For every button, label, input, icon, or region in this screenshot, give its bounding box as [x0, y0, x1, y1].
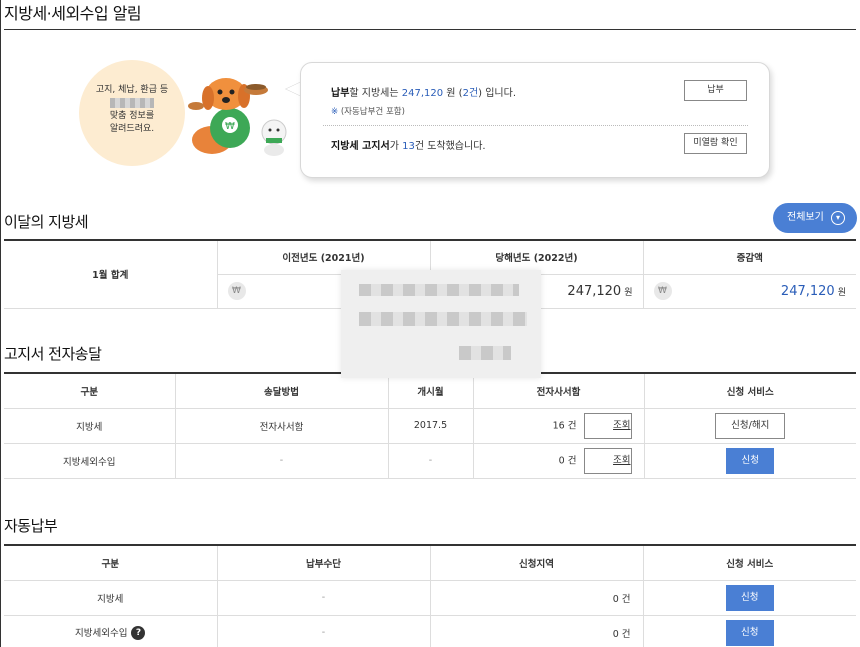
- bill-notice: 지방세 고지서가 13건 도착했습니다.: [331, 141, 486, 152]
- autopay-header-region: 신청지역: [430, 544, 644, 581]
- speech-bubble-tail: [286, 82, 301, 96]
- table-row: 지방세 - 0 건 신청: [4, 580, 856, 616]
- autopay-header-service: 신청 서비스: [643, 544, 856, 581]
- apply-button[interactable]: 신청: [725, 584, 774, 611]
- autopay-title: 자동납부: [4, 517, 58, 535]
- ebill-header-method: 송달방법: [175, 372, 389, 409]
- table-row: 지방세외수입? - 0 건 신청: [4, 615, 856, 647]
- ebill-header-start: 개시월: [388, 372, 474, 409]
- info-circle-text: 고지, 체납, 환급 등 맞춤 정보를 알려드려요.: [95, 85, 169, 134]
- page-title: 지방세·세외수입 알림: [4, 4, 142, 23]
- title-divider: [4, 29, 856, 30]
- ebill-header-type: 구분: [4, 372, 176, 409]
- col-curr-year: 당해년도 (2022년): [430, 239, 644, 275]
- svg-text:₩: ₩: [225, 121, 235, 132]
- monthly-tax-title: 이달의 지방세: [4, 213, 89, 231]
- chevron-down-icon: ▾: [831, 211, 845, 225]
- left-frame-border: [0, 0, 1, 647]
- info-circle: 고지, 체납, 환급 등 맞춤 정보를 알려드려요.: [79, 60, 185, 166]
- autopay-table: 구분 납부수단 신청지역 신청 서비스 지방세 - 0 건 신청 지방세외수입?…: [4, 544, 856, 647]
- autopay-included-note: ※ (자동납부건 포함): [331, 107, 405, 117]
- blurred-username: [110, 97, 154, 108]
- ebill-title: 고지서 전자송달: [4, 345, 102, 363]
- autopay-header-type: 구분: [4, 544, 218, 581]
- apply-button[interactable]: 신청: [725, 619, 774, 646]
- blurred-overlay: [341, 270, 541, 378]
- help-icon[interactable]: ?: [131, 626, 146, 641]
- payment-notice: 납부할 지방세는 247,120 원 (2건) 입니다.: [331, 88, 517, 99]
- diff-amount: ₩ 247,120 원: [643, 274, 856, 309]
- table-row: 지방세 전자사서함 2017.5 16 건 조회 신청/해지: [4, 408, 856, 444]
- view-all-button[interactable]: 전체보기 ▾: [773, 203, 857, 233]
- won-icon: ₩: [227, 282, 246, 300]
- col-diff: 증감액: [643, 239, 856, 275]
- apply-cancel-button[interactable]: 신청/해지: [715, 412, 786, 439]
- won-icon: ₩: [653, 282, 672, 300]
- notice-bubble: 납부할 지방세는 247,120 원 (2건) 입니다. ※ (자동납부건 포함…: [300, 62, 770, 178]
- notice-divider: [323, 125, 748, 126]
- apply-button[interactable]: 신청: [726, 447, 775, 474]
- mascot-illustration: ₩: [188, 78, 287, 156]
- ebill-header-mailbox: 전자사서함: [473, 372, 645, 409]
- view-button[interactable]: 조회: [583, 447, 632, 474]
- col-prev-year: 이전년도 (2021년): [217, 239, 431, 275]
- table-row: 지방세외수입 - - 0 건 조회 신청: [4, 443, 856, 479]
- unread-check-button[interactable]: 미열람 확인: [684, 133, 747, 154]
- month-total-label: 1월 합계: [4, 239, 218, 309]
- view-button[interactable]: 조회: [583, 412, 632, 439]
- pay-button[interactable]: 납부: [684, 80, 747, 101]
- ebill-table: 구분 송달방법 개시월 전자사서함 신청 서비스 지방세 전자사서함 2017.…: [4, 372, 856, 479]
- autopay-header-means: 납부수단: [217, 544, 431, 581]
- ebill-header-service: 신청 서비스: [644, 372, 856, 409]
